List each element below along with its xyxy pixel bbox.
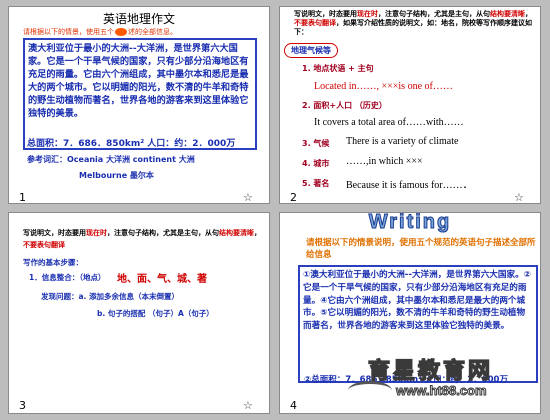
slide-2-item-3-example: There is a variety of climate	[346, 136, 459, 147]
slide-3-step3-label: b. 句子的搭配 （句子）A（句子）	[97, 309, 214, 318]
slide-1[interactable]: 英语地理作文 请根据以下的情景，使用五个 述的全部信息。 澳大利亚位于最小的大洲-…	[8, 6, 270, 204]
slide-1-title: 英语地理作文	[102, 12, 175, 26]
slide-2-tag: 地理气候等	[284, 43, 338, 58]
watermark-brand: 育星教育网	[367, 357, 494, 383]
slide-3-star-icon[interactable]: ☆	[243, 399, 253, 412]
slide-2-star-icon[interactable]: ☆	[514, 191, 524, 203]
slide-3-steps-title: 写作的基本步骤：	[23, 258, 83, 267]
slide-3-step2-label: 发现问题：a. 添加多余信息（本末倒置）	[41, 292, 180, 301]
slide-4-passage: ①澳大利亚位于最小的大洲--大洋洲，是世界第六大国家。②它是一个干旱气候的国家，…	[303, 270, 531, 332]
slide-1-star-icon[interactable]: ☆	[243, 191, 253, 203]
slide-2-item-4-example: ……,in which ×××	[346, 156, 423, 167]
slide-1-number: 1	[19, 191, 26, 204]
highlight-circle-icon	[115, 28, 127, 36]
slide-1-passage: 澳大利亚位于最小的大洲--大洋洲，是世界第六大国家。它是一个干旱气候的国家，只有…	[28, 43, 249, 119]
watermark-logo: 育星教育网 www.ht88.com	[340, 353, 530, 411]
slide-2-item-2-example: It covers a total area of……with……	[314, 117, 464, 128]
slide-1-stats: 总面积：7．686．850km² 人口：约：2．000万	[27, 139, 236, 149]
slide-1-passage-box: 澳大利亚位于最小的大洲--大洋洲，是世界第六大国家。它是一个干旱气候的国家，只有…	[23, 38, 257, 150]
slide-2-item-4-label: 4. 城市	[302, 159, 330, 168]
slide-4-heading: Writing	[368, 212, 452, 234]
slide-1-instruction: 请根据以下的情景，使用五个 述的全部信息。	[23, 28, 177, 36]
slide-1-vocab-line1: 参考词汇：Oceania 大洋洲 continent 大洲	[27, 155, 195, 164]
slide-4[interactable]: Writing 请根据以下的情景说明，使用五个规范的英语句子描述全部所给信息 ①…	[279, 212, 541, 414]
slide-3-number: 3	[19, 399, 26, 412]
slide-2-item-3-label: 3. 气候	[302, 139, 330, 148]
slide-3-step1-items: 地、面、气、城、著	[117, 274, 207, 285]
slide-3-instruction: 写说明文，时态要用现在时，注意句子结构，尤其是主句，从句结构要清晰，不要表句翻译	[23, 229, 261, 249]
slide-2-item-1-example: Located in……, ×××is one of……	[314, 81, 453, 92]
slide-3-step1-label: 1．信息整合：（地点）	[29, 273, 106, 282]
slide-2-item-5-label: 5. 著名	[302, 179, 330, 188]
slide-1-vocab-line2: Melbourne 墨尔本	[79, 171, 154, 180]
slide-2[interactable]: 写说明文，时态要用现在时，注意句子结构，尤其是主句，从句结构要清晰，不要表句翻译…	[279, 6, 541, 204]
slide-4-number: 4	[290, 399, 297, 412]
slide-3[interactable]: 写说明文，时态要用现在时，注意句子结构，尤其是主句，从句结构要清晰，不要表句翻译…	[8, 212, 270, 414]
watermark-wave-icon	[348, 381, 392, 400]
slide-2-item-1-label: 1. 地点状语 + 主句	[302, 64, 374, 73]
slide-4-instruction: 请根据以下的情景说明，使用五个规范的英语句子描述全部所给信息	[306, 238, 536, 260]
slide-2-number: 2	[290, 191, 297, 204]
slide-2-instruction: 写说明文，时态要用现在时，注意句子结构，尤其是主句，从句结构要清晰，不要表句翻译…	[294, 10, 532, 36]
watermark-url: www.ht88.com	[396, 383, 488, 399]
slide-2-item-5-example: Because it is famous for……．	[346, 180, 473, 191]
slide-2-item-2-label: 2. 面积+人口 （历史）	[302, 101, 387, 110]
